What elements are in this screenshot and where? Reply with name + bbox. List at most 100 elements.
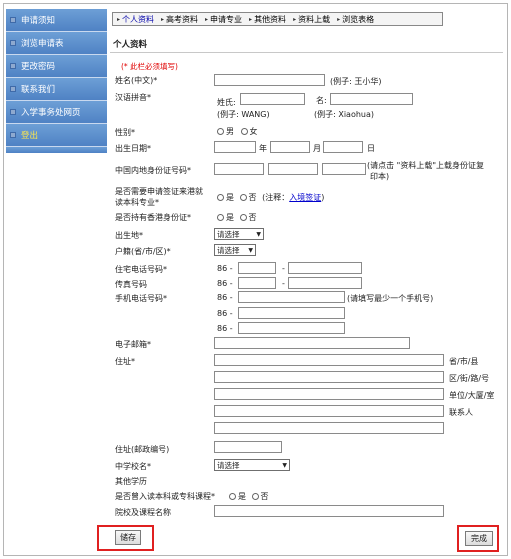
save-button[interactable]: 储存 xyxy=(115,530,141,545)
fax-number-input[interactable] xyxy=(288,277,362,289)
id-card-input-2[interactable] xyxy=(268,163,318,175)
address-line2-input[interactable] xyxy=(214,371,444,383)
other-edu-label: 其他学历 xyxy=(115,477,147,486)
birthplace-select[interactable]: 请选择 ▼ xyxy=(214,228,264,240)
sidebar-item-label: 联系我们 xyxy=(21,85,56,95)
mobile-input-2[interactable] xyxy=(238,307,345,319)
mobile-prefix-1: 86 - xyxy=(217,293,233,302)
fax-label: 传真号码 xyxy=(115,280,147,289)
bullet-square-icon xyxy=(10,86,16,92)
dob-label: 出生日期* xyxy=(115,144,151,153)
pinyin-label: 汉语拼音* xyxy=(115,93,151,102)
prior-study-yes-label: 是 xyxy=(238,492,246,501)
triangle-right-icon: ▸ xyxy=(293,15,297,23)
triangle-right-icon: ▸ xyxy=(117,15,121,23)
mobile-prefix-3: 86 - xyxy=(217,324,233,333)
hkid-label: 是否持有香港身份证* xyxy=(115,213,191,222)
bullet-square-icon xyxy=(10,109,16,115)
prior-study-yes-radio[interactable] xyxy=(229,493,236,500)
sidebar-item-application-notes[interactable]: 申请须知 xyxy=(6,9,107,32)
visa-note-suffix: ) xyxy=(321,193,325,202)
gender-female-radio[interactable] xyxy=(240,128,248,135)
gender-male-radio[interactable] xyxy=(217,128,224,135)
school-select[interactable]: 请选择 ▼ xyxy=(214,459,290,471)
birthplace-label: 出生地* xyxy=(115,231,143,240)
tab-gaokao-info[interactable]: ▸ 高考资料 xyxy=(161,14,198,25)
tab-programme[interactable]: ▸ 申请专业 xyxy=(205,14,242,25)
prior-study-no-radio[interactable] xyxy=(251,493,259,500)
address-line2-hint: 区/街/路/号 xyxy=(449,374,490,383)
sidebar-item-contact-us[interactable]: 联系我们 xyxy=(6,78,107,101)
id-card-input-1[interactable] xyxy=(214,163,264,175)
visa-no-radio[interactable] xyxy=(239,194,247,201)
sidebar-item-logout[interactable]: 登出 xyxy=(6,124,107,147)
surname-input[interactable] xyxy=(240,93,305,105)
address-line3-input[interactable] xyxy=(214,388,444,400)
hkid-yes-label: 是 xyxy=(226,213,234,222)
visa-note-prefix: (注释： xyxy=(262,193,290,202)
address-line5-input[interactable] xyxy=(214,422,444,434)
triangle-right-icon: ▸ xyxy=(337,15,341,23)
prior-study-radio-group: 是 否 xyxy=(229,491,269,502)
tab-other-info[interactable]: ▸ 其他资料 xyxy=(249,14,286,25)
sidebar-item-view-application[interactable]: 浏览申请表 xyxy=(6,32,107,55)
id-card-input-3[interactable] xyxy=(322,163,366,175)
home-phone-number-input[interactable] xyxy=(288,262,362,274)
dob-day-unit: 日 xyxy=(367,144,375,153)
household-select[interactable]: 请选择 ▼ xyxy=(214,244,256,256)
hkid-yes-radio[interactable] xyxy=(217,214,224,221)
postcode-input[interactable] xyxy=(214,441,282,453)
sidebar-item-label: 入学事务处网页 xyxy=(21,108,81,118)
address-line1-input[interactable] xyxy=(214,354,444,366)
sidebar-item-change-password[interactable]: 更改密码 xyxy=(6,55,107,78)
address-line3-hint: 单位/大厦/室 xyxy=(449,391,495,400)
tab-view-form[interactable]: ▸ 浏览表格 xyxy=(337,14,374,25)
tab-upload[interactable]: ▸ 资料上载 xyxy=(293,14,330,25)
address-line4-input[interactable] xyxy=(214,405,444,417)
mobile-input-1[interactable] xyxy=(238,291,345,303)
triangle-right-icon: ▸ xyxy=(205,15,209,23)
dob-year-input[interactable] xyxy=(214,141,256,153)
birthplace-selected: 请选择 xyxy=(217,229,240,239)
institution-label: 院校及课程名称 xyxy=(115,508,171,517)
address-line4-hint: 联系人 xyxy=(449,408,473,417)
triangle-right-icon: ▸ xyxy=(249,15,253,23)
dob-day-input[interactable] xyxy=(323,141,363,153)
done-button[interactable]: 完成 xyxy=(465,531,493,546)
household-selected: 请选择 xyxy=(217,245,240,255)
mobile-input-3[interactable] xyxy=(238,322,345,334)
school-label: 中学校名* xyxy=(115,462,151,471)
prior-study-label: 是否曾入读本科或专科课程* xyxy=(115,492,215,501)
sidebar-item-label: 登出 xyxy=(21,131,39,141)
given-name-input[interactable] xyxy=(330,93,413,105)
mobile-prefix-2: 86 - xyxy=(217,309,233,318)
sidebar-nav: 申请须知 浏览申请表 更改密码 联系我们 入学事务处网页 登出 xyxy=(6,9,107,153)
hkid-no-label: 否 xyxy=(248,213,257,222)
triangle-right-icon: ▸ xyxy=(161,15,165,23)
id-card-label: 中国内地身份证号码* xyxy=(115,166,191,175)
hkid-no-radio[interactable] xyxy=(239,214,247,221)
institution-input[interactable] xyxy=(214,505,444,517)
home-phone-area-input[interactable] xyxy=(238,262,276,274)
sidebar-item-label: 更改密码 xyxy=(21,62,56,72)
dob-month-input[interactable] xyxy=(270,141,310,153)
given-name-hint: (例子: Xiaohua) xyxy=(314,110,375,119)
sidebar-item-label: 浏览申请表 xyxy=(21,39,64,49)
visa-yes-label: 是 xyxy=(226,193,234,202)
bullet-square-icon xyxy=(10,17,16,23)
email-input[interactable] xyxy=(214,337,410,349)
bullet-square-icon xyxy=(10,63,16,69)
visa-yes-radio[interactable] xyxy=(217,194,224,201)
name-cn-input[interactable] xyxy=(214,74,325,86)
id-card-hint-line1: (请点击 "资料上载"上载身份证复 xyxy=(367,161,485,170)
gender-label: 性别* xyxy=(115,128,135,137)
surname-label: 姓氏: xyxy=(217,98,236,107)
fax-area-input[interactable] xyxy=(238,277,276,289)
name-cn-label: 姓名(中文)* xyxy=(115,76,158,85)
tab-personal-info[interactable]: ▸ 个人资料 xyxy=(117,14,154,25)
entry-visa-link[interactable]: 入境签证 xyxy=(289,193,321,202)
sidebar-item-admissions-web[interactable]: 入学事务处网页 xyxy=(6,101,107,124)
dob-month-unit: 月 xyxy=(313,144,321,153)
gender-female-label: 女 xyxy=(249,127,258,136)
name-cn-hint: (例子: 王小华) xyxy=(330,77,382,86)
